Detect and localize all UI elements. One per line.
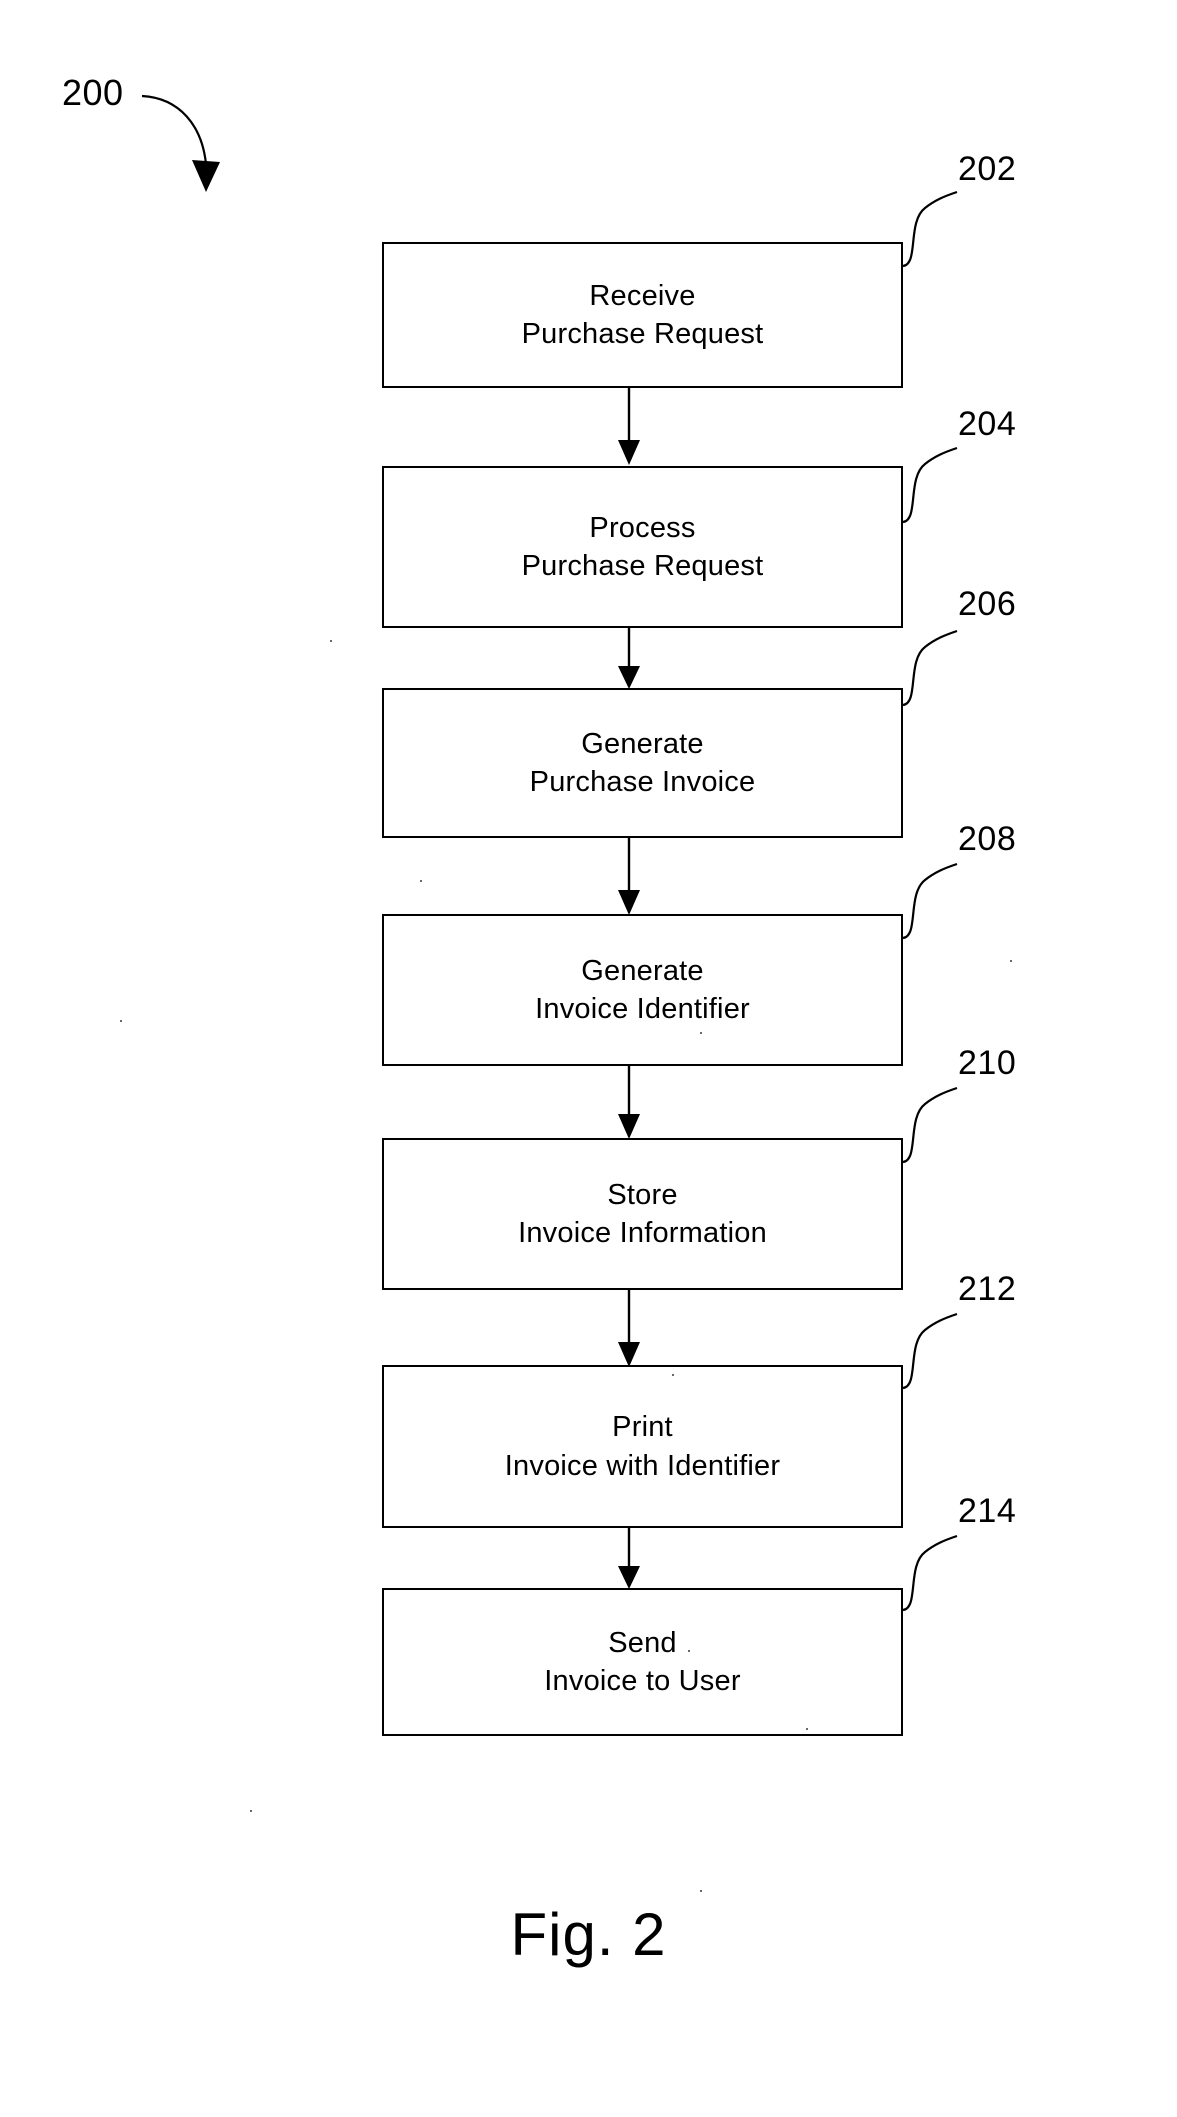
connector-210-to-212 <box>612 1290 646 1368</box>
ref-number-212: 212 <box>958 1270 1017 1308</box>
ref-leader-212-icon <box>902 1312 958 1390</box>
process-box-212[interactable]: Print Invoice with Identifier <box>382 1365 903 1528</box>
figure-number-200-leader-icon <box>141 94 220 192</box>
ref-number-214: 214 <box>958 1492 1017 1530</box>
ref-number-208: 208 <box>958 820 1017 858</box>
process-box-206-line1: Generate <box>581 727 704 760</box>
ref-number-202: 202 <box>958 150 1017 188</box>
process-box-202-line2: Purchase Request <box>521 318 764 350</box>
ref-number-204: 204 <box>958 405 1017 443</box>
process-box-210-line1: Store <box>607 1178 678 1211</box>
process-box-212-line1: Print <box>612 1411 673 1444</box>
process-box-214-line1: Send <box>608 1626 677 1659</box>
process-box-206[interactable]: Generate Purchase Invoice <box>382 688 903 838</box>
scan-speck <box>672 1374 674 1376</box>
scan-speck <box>700 1890 702 1892</box>
connector-208-to-210 <box>612 1066 646 1140</box>
figure-caption: Fig. 2 <box>510 1901 667 1968</box>
process-box-204-line1: Process <box>589 511 696 544</box>
scan-speck <box>806 1728 808 1730</box>
scan-speck <box>1010 960 1012 962</box>
ref-leader-206-icon <box>902 629 958 707</box>
scan-speck <box>688 1650 690 1652</box>
process-box-210-line2: Invoice Information <box>518 1217 767 1249</box>
process-box-212-line2: Invoice with Identifier <box>504 1449 781 1482</box>
connector-204-to-206 <box>612 628 646 690</box>
process-box-202-line1: Receive <box>589 279 696 312</box>
process-box-204-line2: Purchase Request <box>521 550 764 582</box>
scan-speck <box>250 1810 252 1812</box>
ref-leader-210-icon <box>902 1086 958 1164</box>
process-box-208-line2: Invoice Identifier <box>535 993 750 1025</box>
scan-speck <box>330 640 332 642</box>
process-box-204[interactable]: Process Purchase Request <box>382 466 903 628</box>
process-box-208-line1: Generate <box>581 954 704 987</box>
ref-number-210: 210 <box>958 1044 1017 1082</box>
scan-speck <box>700 1032 702 1034</box>
connector-202-to-204 <box>612 388 646 466</box>
ref-leader-202-icon <box>902 190 958 268</box>
ref-leader-214-icon <box>902 1534 958 1612</box>
process-box-208[interactable]: Generate Invoice Identifier <box>382 914 903 1066</box>
ref-leader-208-icon <box>902 862 958 940</box>
patent-figure-page: 200 Receive Purchase Request 202 Process… <box>0 0 1177 2117</box>
scan-speck <box>420 880 422 882</box>
process-box-202[interactable]: Receive Purchase Request <box>382 242 903 388</box>
process-box-214[interactable]: Send Invoice to User <box>382 1588 903 1736</box>
process-box-214-line2: Invoice to User <box>544 1665 741 1697</box>
scan-speck <box>120 1020 122 1022</box>
connector-212-to-214 <box>612 1528 646 1590</box>
ref-leader-204-icon <box>902 446 958 524</box>
ref-number-206: 206 <box>958 585 1017 623</box>
connector-206-to-208 <box>612 838 646 916</box>
process-box-206-line2: Purchase Invoice <box>529 766 756 798</box>
figure-number-200: 200 <box>62 72 124 113</box>
process-box-210[interactable]: Store Invoice Information <box>382 1138 903 1290</box>
